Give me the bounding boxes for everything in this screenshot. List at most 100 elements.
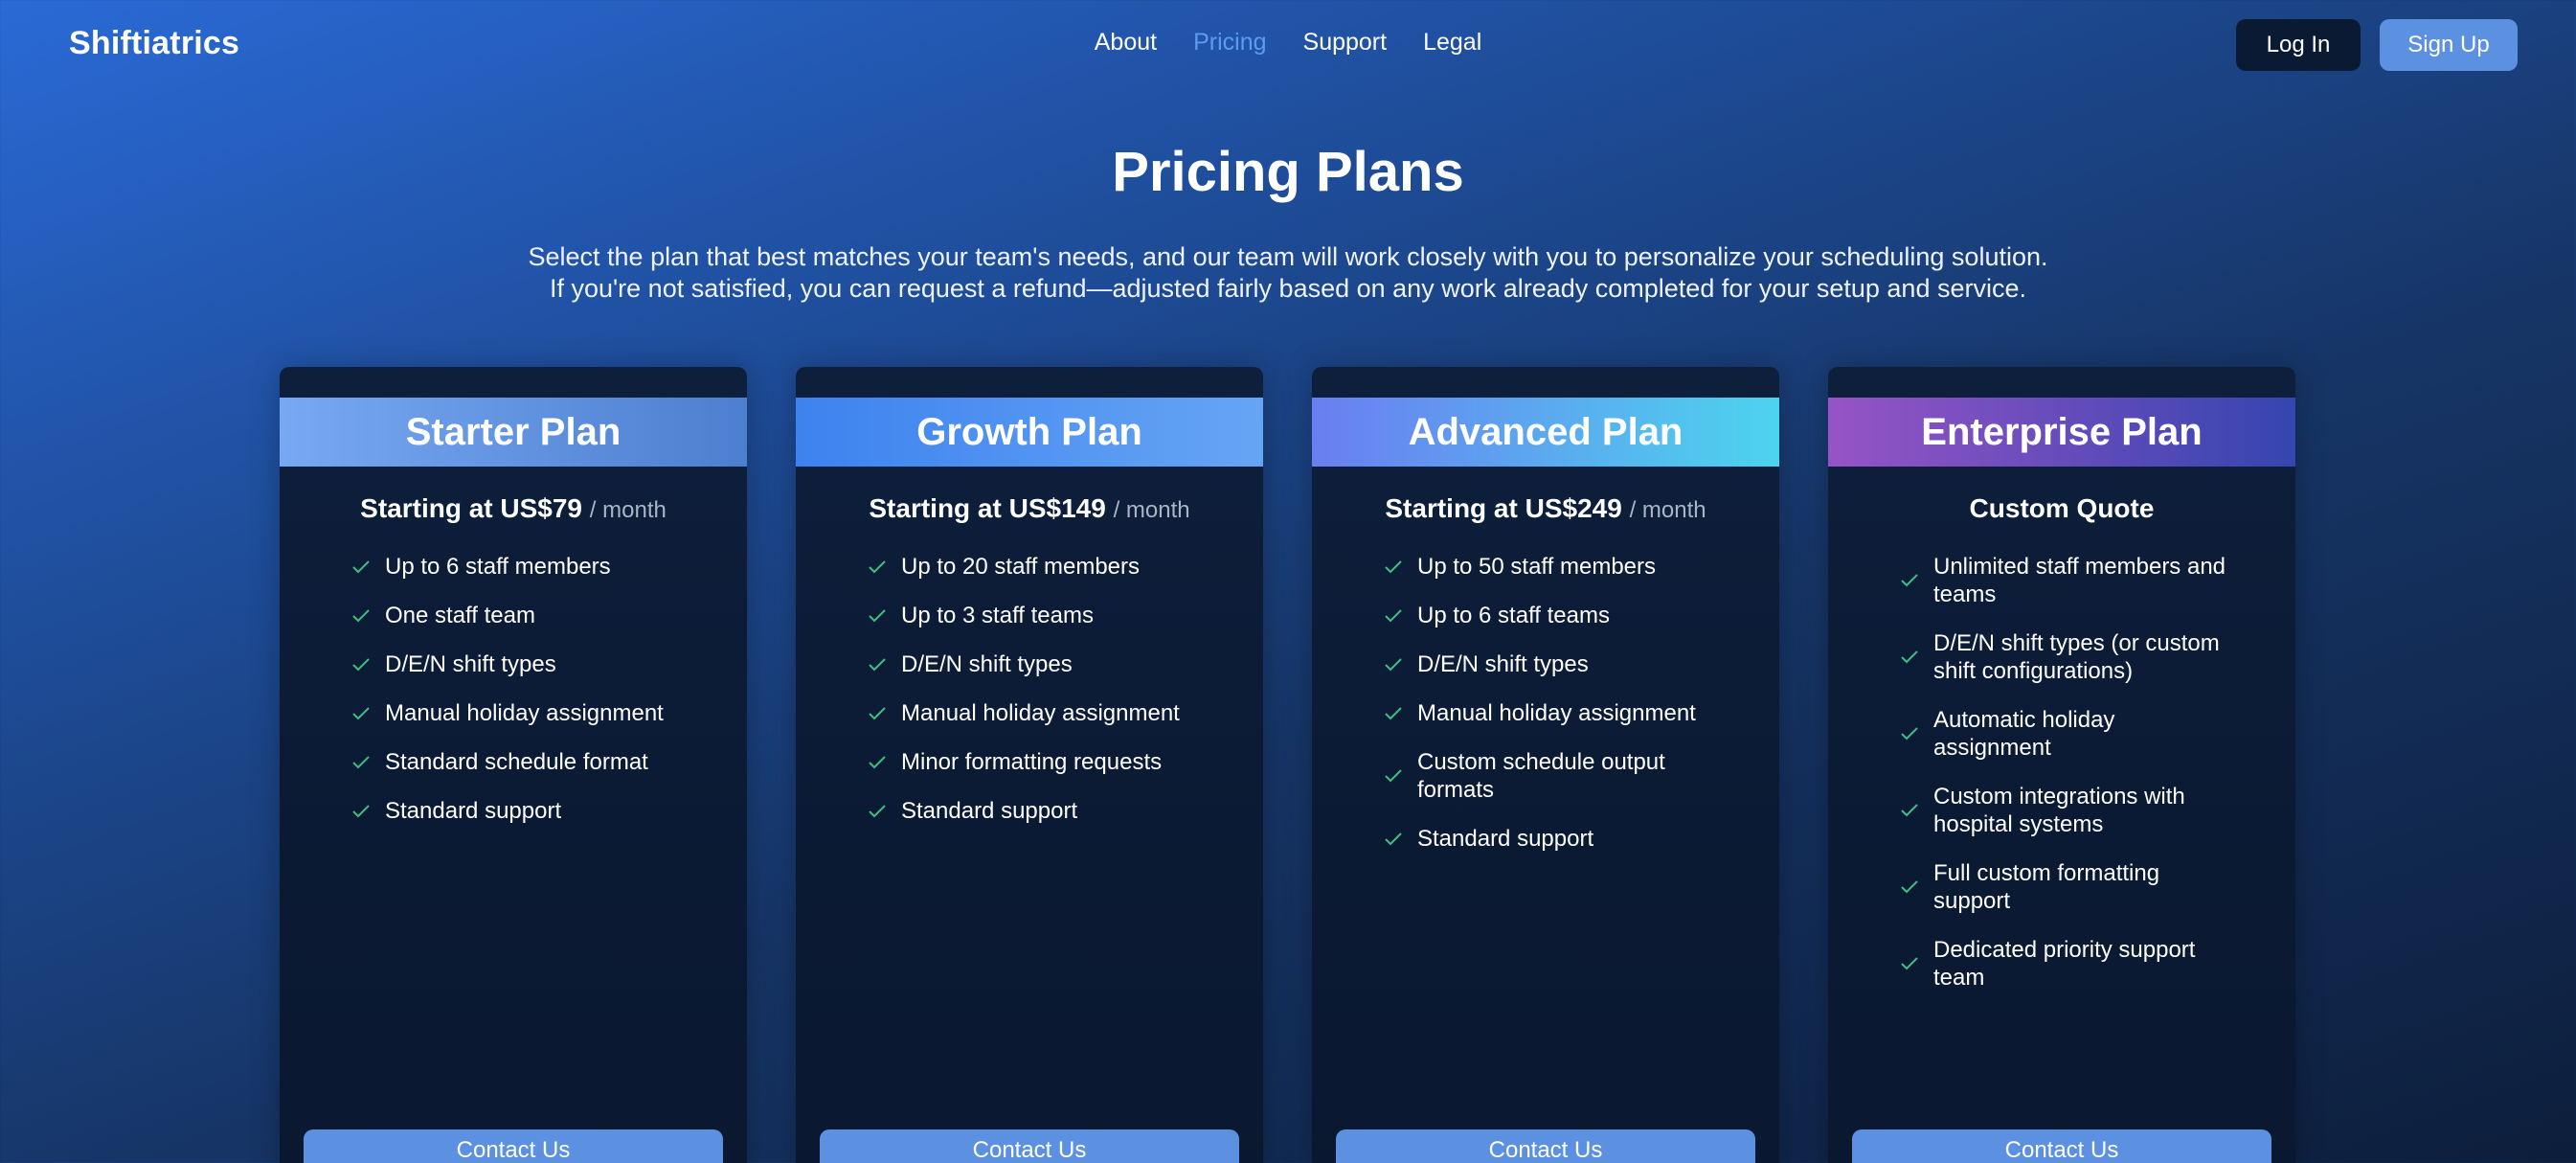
contact-us-button[interactable]: Contact Us [304, 1129, 723, 1163]
check-icon [867, 605, 888, 627]
feature-text: Full custom formatting support [1933, 860, 2160, 914]
login-button[interactable]: Log In [2236, 19, 2361, 71]
feature-item: Up to 6 staff members [350, 553, 709, 581]
feature-text: Dedicated priority support team [1933, 937, 2196, 991]
feature-item: Manual holiday assignment [350, 699, 709, 727]
feature-text: Custom schedule output formats [1417, 749, 1665, 803]
feature-list: Unlimited staff members and teams D/E/N … [1899, 553, 2228, 1013]
feature-item: D/E/N shift types (or custom shift confi… [1899, 629, 2228, 685]
feature-text: Manual holiday assignment [1417, 700, 1696, 726]
check-icon [350, 654, 372, 675]
feature-text: Unlimited staff members and teams [1933, 554, 2226, 607]
feature-text: Standard support [385, 798, 562, 824]
price-amount: Starting at US$249 [1385, 493, 1622, 523]
check-icon [1899, 723, 1920, 744]
subtitle-line-2: If you're not satisfied, you can request… [549, 274, 2026, 303]
plan-title: Growth Plan [796, 398, 1263, 467]
feature-item: Manual holiday assignment [1383, 699, 1712, 727]
feature-text: Up to 3 staff teams [901, 603, 1094, 628]
feature-text: D/E/N shift types [1417, 651, 1589, 677]
check-icon [350, 801, 372, 822]
feature-text: Automatic holiday assignment [1933, 707, 2115, 761]
feature-item: Standard schedule format [350, 748, 709, 776]
check-icon [1383, 829, 1404, 850]
nav-link-legal[interactable]: Legal [1423, 29, 1481, 57]
plan-card-growth: Growth Plan Starting at US$149 / month U… [796, 367, 1263, 1163]
feature-text: Up to 6 staff members [385, 554, 611, 580]
feature-text: One staff team [385, 603, 535, 628]
feature-text: D/E/N shift types (or custom shift confi… [1933, 630, 2220, 684]
feature-item: Standard support [867, 797, 1225, 825]
feature-item: Up to 50 staff members [1383, 553, 1712, 581]
check-icon [1383, 765, 1404, 787]
feature-item: Unlimited staff members and teams [1899, 553, 2228, 608]
feature-item: Manual holiday assignment [867, 699, 1225, 727]
feature-text: Manual holiday assignment [901, 700, 1180, 726]
top-nav: Shiftiatrics About Pricing Support Legal… [0, 0, 2576, 90]
check-icon [350, 703, 372, 724]
feature-text: Up to 20 staff members [901, 554, 1140, 580]
feature-item: Standard support [1383, 825, 1712, 853]
plan-price: Starting at US$79 / month [280, 493, 747, 524]
check-icon [1899, 647, 1920, 668]
feature-item: Up to 3 staff teams [867, 602, 1225, 629]
check-icon [867, 703, 888, 724]
contact-us-button[interactable]: Contact Us [820, 1129, 1239, 1163]
feature-item: One staff team [350, 602, 709, 629]
feature-item: Custom schedule output formats [1383, 748, 1712, 804]
nav-links: About Pricing Support Legal [0, 29, 2576, 57]
check-icon [350, 752, 372, 773]
check-icon [350, 605, 372, 627]
check-icon [1383, 654, 1404, 675]
plan-title: Advanced Plan [1312, 398, 1779, 467]
check-icon [1899, 800, 1920, 821]
feature-text: Standard support [901, 798, 1078, 824]
price-period: / month [1113, 497, 1190, 523]
contact-us-button[interactable]: Contact Us [1852, 1129, 2271, 1163]
feature-item: Full custom formatting support [1899, 859, 2228, 915]
plan-price: Custom Quote [1828, 493, 2295, 524]
feature-list: Up to 20 staff members Up to 3 staff tea… [867, 553, 1225, 846]
feature-list: Up to 6 staff members One staff team D/E… [350, 553, 709, 846]
check-icon [867, 801, 888, 822]
nav-link-pricing[interactable]: Pricing [1193, 29, 1266, 57]
plan-card-enterprise: Enterprise Plan Custom Quote Unlimited s… [1828, 367, 2295, 1163]
plan-price: Starting at US$149 / month [796, 493, 1263, 524]
feature-text: D/E/N shift types [901, 651, 1073, 677]
contact-us-button[interactable]: Contact Us [1336, 1129, 1755, 1163]
feature-item: D/E/N shift types [867, 650, 1225, 678]
feature-item: Up to 6 staff teams [1383, 602, 1712, 629]
feature-item: D/E/N shift types [350, 650, 709, 678]
feature-item: Up to 20 staff members [867, 553, 1225, 581]
check-icon [350, 557, 372, 578]
feature-text: Up to 6 staff teams [1417, 603, 1610, 628]
feature-item: D/E/N shift types [1383, 650, 1712, 678]
feature-item: Custom integrations with hospital system… [1899, 783, 2228, 838]
feature-list: Up to 50 staff members Up to 6 staff tea… [1383, 553, 1712, 874]
feature-item: Dedicated priority support team [1899, 936, 2228, 992]
price-amount: Custom Quote [1969, 493, 2155, 523]
nav-link-about[interactable]: About [1095, 29, 1157, 57]
check-icon [867, 557, 888, 578]
feature-text: Custom integrations with hospital system… [1933, 784, 2185, 837]
page-subtitle: Select the plan that best matches your t… [0, 241, 2576, 305]
feature-item: Standard support [350, 797, 709, 825]
check-icon [867, 654, 888, 675]
signup-button[interactable]: Sign Up [2380, 19, 2518, 71]
plan-title: Starter Plan [280, 398, 747, 467]
nav-link-support[interactable]: Support [1303, 29, 1388, 57]
check-icon [1383, 605, 1404, 627]
check-icon [1899, 877, 1920, 898]
check-icon [1383, 703, 1404, 724]
subtitle-line-1: Select the plan that best matches your t… [528, 242, 2048, 271]
pricing-cards: Starter Plan Starting at US$79 / month U… [280, 367, 2296, 1163]
price-period: / month [1629, 497, 1706, 523]
plan-card-starter: Starter Plan Starting at US$79 / month U… [280, 367, 747, 1163]
feature-text: Up to 50 staff members [1417, 554, 1656, 580]
check-icon [1899, 570, 1920, 591]
check-icon [1899, 953, 1920, 974]
feature-text: Standard schedule format [385, 749, 648, 775]
price-amount: Starting at US$149 [869, 493, 1106, 523]
feature-text: D/E/N shift types [385, 651, 556, 677]
plan-price: Starting at US$249 / month [1312, 493, 1779, 524]
